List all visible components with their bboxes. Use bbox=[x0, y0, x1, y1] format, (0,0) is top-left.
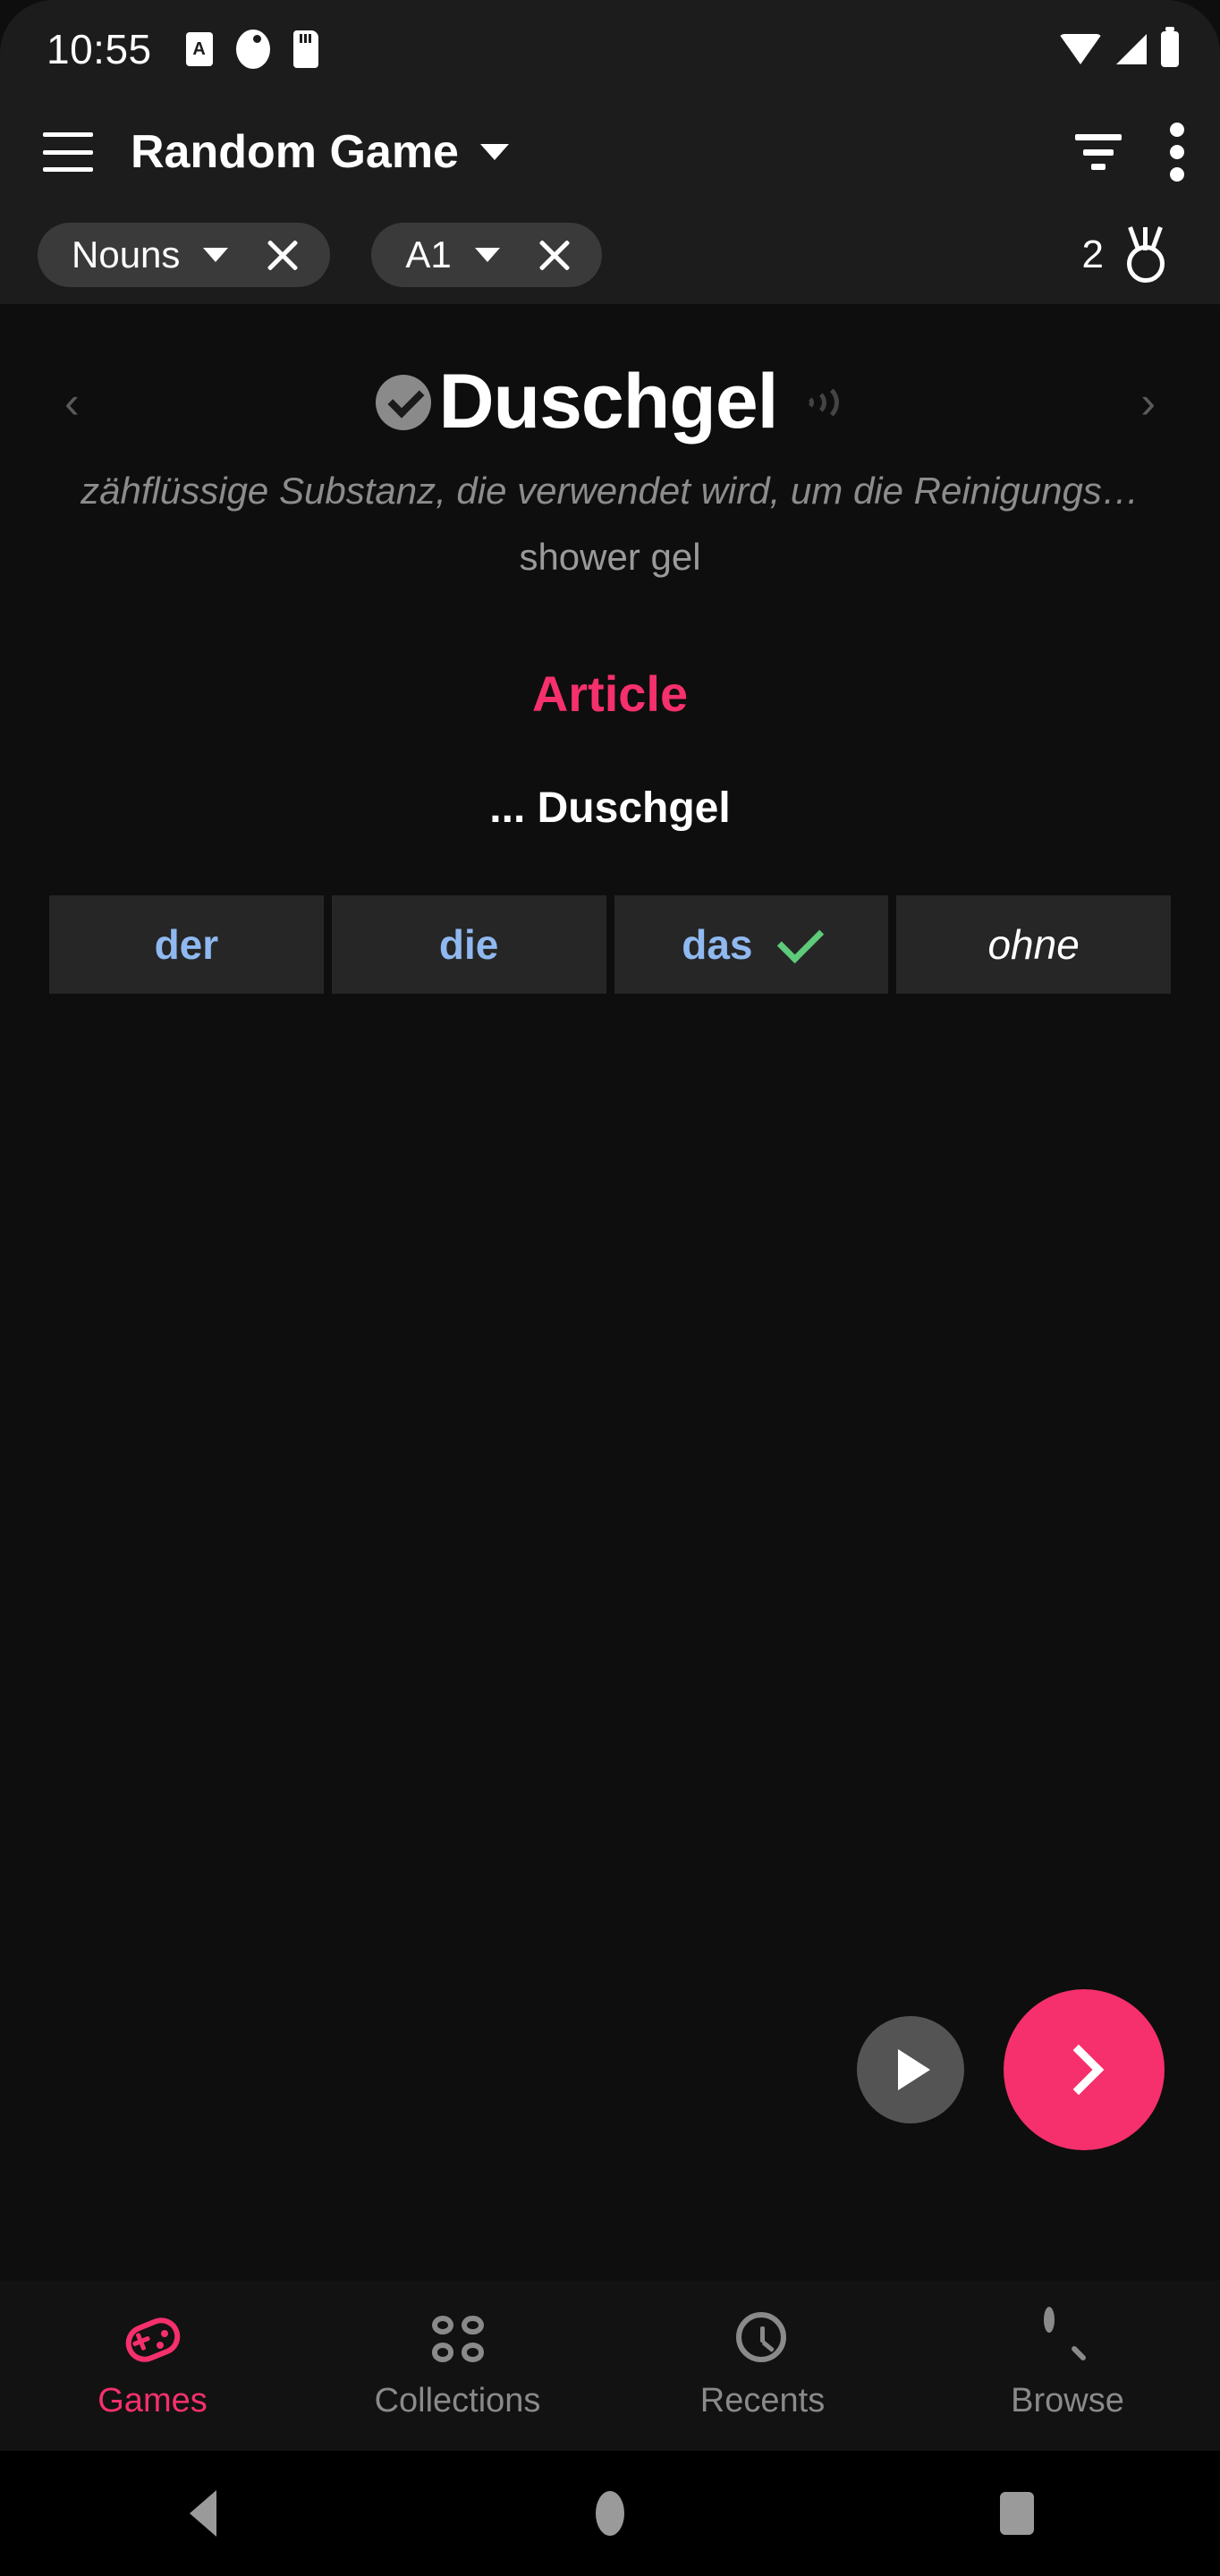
answer-options: der die das ohne bbox=[0, 895, 1220, 994]
play-icon bbox=[898, 2049, 930, 2090]
answer-label: die bbox=[438, 921, 499, 968]
previous-word-button[interactable]: ‹ bbox=[64, 377, 80, 428]
home-circle-icon bbox=[596, 2491, 624, 2536]
grid-four-circles-icon bbox=[428, 2312, 487, 2366]
question-prompt: ... Duschgel bbox=[489, 784, 731, 832]
next-question-button[interactable] bbox=[1004, 1989, 1165, 2150]
nav-item-recents[interactable]: Recents bbox=[610, 2311, 915, 2420]
phone-screen: 10:55 A Random Game Nouns A1 2 ‹ Duschge… bbox=[0, 0, 1220, 2576]
word-translation: shower gel bbox=[519, 536, 701, 578]
system-back-button[interactable] bbox=[0, 2490, 407, 2537]
floating-action-buttons bbox=[857, 1989, 1165, 2150]
nav-item-collections[interactable]: Collections bbox=[305, 2312, 610, 2420]
battery-icon bbox=[1161, 27, 1179, 67]
nav-label: Browse bbox=[1011, 2381, 1124, 2419]
filter-chip-a1[interactable]: A1 bbox=[371, 223, 602, 287]
score-count: 2 bbox=[1081, 233, 1104, 276]
filter-chip-row: Nouns A1 2 bbox=[0, 206, 1220, 304]
system-recents-button[interactable] bbox=[813, 2492, 1220, 2535]
nav-item-games[interactable]: Games bbox=[0, 2311, 305, 2420]
answer-option-ohne[interactable]: ohne bbox=[896, 895, 1171, 994]
search-icon bbox=[1038, 2306, 1097, 2366]
status-bar: 10:55 A bbox=[0, 0, 1220, 98]
status-right-icons bbox=[1059, 27, 1179, 67]
answer-option-das[interactable]: das bbox=[614, 895, 889, 994]
filter-chip-nouns[interactable]: Nouns bbox=[38, 223, 331, 287]
sd-card-icon bbox=[292, 30, 318, 68]
quiz-content: ‹ Duschgel › zähflüssige Substanz, die v… bbox=[0, 304, 1220, 2281]
recents-square-icon bbox=[999, 2492, 1034, 2535]
headword-row: ‹ Duschgel › bbox=[0, 358, 1220, 446]
page-title[interactable]: Random Game bbox=[131, 125, 459, 179]
filter-icon[interactable] bbox=[1075, 134, 1122, 170]
section-title: Article bbox=[531, 665, 689, 722]
nav-label: Recents bbox=[699, 2381, 826, 2419]
status-left-icons: A bbox=[185, 30, 318, 69]
check-circle-icon bbox=[376, 374, 432, 430]
chevron-down-icon[interactable] bbox=[479, 144, 509, 160]
nav-label: Collections bbox=[374, 2381, 541, 2419]
app-bar: Random Game bbox=[0, 98, 1220, 206]
check-icon bbox=[776, 916, 824, 964]
nav-item-browse[interactable]: Browse bbox=[915, 2306, 1220, 2420]
close-icon[interactable] bbox=[264, 236, 301, 274]
back-triangle-icon bbox=[190, 2490, 217, 2537]
answer-label: der bbox=[154, 921, 219, 968]
chevron-down-icon[interactable] bbox=[203, 248, 229, 262]
pie-icon bbox=[235, 30, 270, 69]
medal-icon bbox=[1120, 226, 1170, 283]
signal-icon bbox=[1116, 34, 1147, 64]
answer-label: ohne bbox=[987, 921, 1080, 968]
system-home-button[interactable] bbox=[407, 2491, 814, 2536]
answer-option-der[interactable]: der bbox=[49, 895, 324, 994]
nav-label: Games bbox=[97, 2381, 208, 2419]
sound-wave-icon[interactable] bbox=[792, 377, 844, 428]
headword: Duschgel bbox=[438, 359, 778, 445]
play-button[interactable] bbox=[857, 2016, 964, 2123]
close-icon[interactable] bbox=[536, 236, 573, 274]
gamepad-icon bbox=[119, 2311, 186, 2368]
app-bar-actions bbox=[1075, 123, 1184, 182]
clock-icon bbox=[733, 2311, 792, 2366]
filter-chip-label: A1 bbox=[405, 233, 452, 275]
word-definition: zähflüssige Substanz, die verwendet wird… bbox=[80, 470, 1140, 512]
bottom-navigation: Games Collections Recents Browse bbox=[0, 2281, 1220, 2451]
system-navigation-bar bbox=[0, 2451, 1220, 2576]
answer-option-die[interactable]: die bbox=[331, 895, 606, 994]
filter-chip-label: Nouns bbox=[72, 233, 181, 275]
wifi-icon bbox=[1059, 34, 1102, 64]
chevron-down-icon[interactable] bbox=[474, 248, 500, 262]
score-display: 2 bbox=[1081, 226, 1182, 283]
hamburger-menu-icon[interactable] bbox=[43, 132, 93, 172]
status-time: 10:55 bbox=[47, 26, 152, 72]
chevron-right-icon bbox=[1053, 2044, 1105, 2096]
next-word-button[interactable]: › bbox=[1140, 377, 1156, 428]
alarm-icon: A bbox=[185, 32, 213, 66]
overflow-menu-icon[interactable] bbox=[1170, 123, 1184, 182]
answer-label: das bbox=[682, 921, 753, 968]
